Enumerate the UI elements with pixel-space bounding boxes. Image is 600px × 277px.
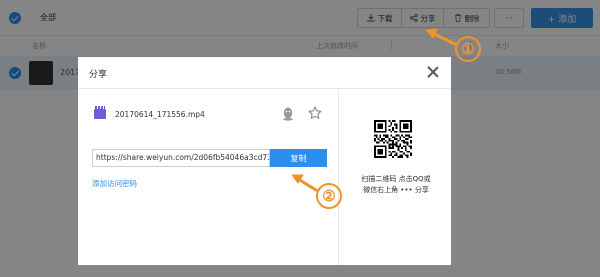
qr-instructions: 扫描二维码 点击QQ或 微信右上角 ••• 分享	[348, 174, 444, 196]
add-password-link[interactable]: 添加访问密码	[92, 178, 137, 189]
share-link-field[interactable]: https://share.weiyun.com/2d06fb54046a3cd…	[92, 149, 270, 167]
qr-instructions-line1: 扫描二维码 点击QQ或	[361, 175, 431, 183]
shared-file-name: 20170614_171556.mp4	[115, 110, 205, 119]
close-icon[interactable]	[425, 64, 441, 80]
copy-button[interactable]: 复制	[270, 149, 327, 167]
qr-code	[374, 120, 412, 158]
star-icon[interactable]	[308, 106, 322, 120]
share-dialog: 分享 20170614_171556.mp4 https://share.wei…	[78, 57, 451, 265]
qr-instructions-line2: 微信右上角 ••• 分享	[363, 186, 429, 194]
dialog-title: 分享	[89, 70, 108, 80]
step-2-marker: ②	[316, 183, 342, 209]
step-1-marker: ①	[455, 36, 481, 62]
dialog-divider	[338, 89, 339, 265]
qq-icon[interactable]	[282, 107, 294, 121]
dialog-header: 分享	[78, 57, 451, 89]
video-file-icon	[94, 106, 106, 119]
